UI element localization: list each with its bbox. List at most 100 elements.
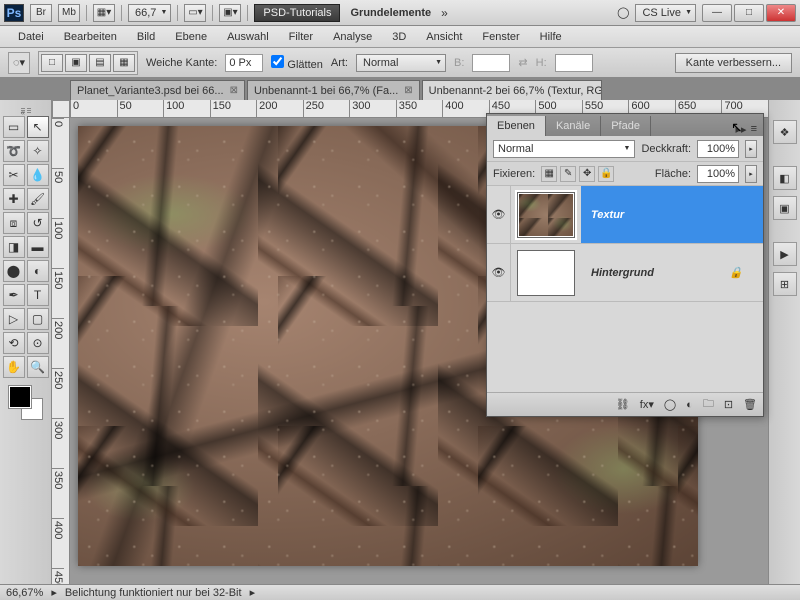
menu-ansicht[interactable]: Ansicht — [416, 28, 472, 46]
lock-all-icon[interactable]: 🔒 — [598, 166, 614, 182]
app-logo[interactable]: Ps — [4, 4, 24, 22]
dock-actions-icon[interactable]: ⊞ — [773, 272, 797, 296]
close-button[interactable]: ✕ — [766, 4, 796, 22]
layer-mask-icon[interactable]: ◯ — [664, 398, 676, 411]
delete-layer-icon[interactable]: 🗑 — [743, 398, 757, 411]
tool-eraser[interactable]: ◨ — [3, 236, 25, 258]
tool-dodge[interactable]: ◐ — [27, 260, 49, 282]
tool-crop[interactable]: ✂ — [3, 164, 25, 186]
layer-name[interactable]: Textur — [581, 186, 763, 243]
workspace-grundelemente[interactable]: Grundelemente — [346, 7, 435, 19]
tool-gradient[interactable]: ▬ — [27, 236, 49, 258]
refine-edge-button[interactable]: Kante verbessern... — [675, 53, 792, 73]
marquee-add-icon[interactable]: ▣ — [65, 54, 87, 72]
layer-group-icon[interactable]: 🗀 — [703, 395, 714, 414]
layer-textur[interactable]: 👁 Textur — [487, 186, 763, 244]
tool-marquee[interactable]: ▭ — [3, 116, 25, 138]
lock-transparency-icon[interactable]: ▦ — [541, 166, 557, 182]
layer-name[interactable]: Hintergrund 🔒 — [581, 244, 763, 301]
tool-brush[interactable]: 🖌 — [27, 188, 49, 210]
status-flyout-icon[interactable]: ▸ — [250, 586, 256, 599]
marquee-subtract-icon[interactable]: ▤ — [89, 54, 111, 72]
opacity-input[interactable]: 100% — [697, 140, 739, 158]
tool-heal[interactable]: ✚ — [3, 188, 25, 210]
menu-bild[interactable]: Bild — [127, 28, 165, 46]
doc-tab-3[interactable]: Unbenannt-2 bei 66,7% (Textur, RGB/8) *⊠ — [422, 80, 602, 100]
arrange-button[interactable]: ▭▾ — [184, 4, 206, 22]
menu-datei[interactable]: Datei — [8, 28, 54, 46]
tab-pfade[interactable]: Pfade — [601, 116, 651, 136]
view-extras-button[interactable]: ▦▾ — [93, 4, 115, 22]
workspace-more-icon[interactable]: » — [441, 6, 448, 20]
menu-analyse[interactable]: Analyse — [323, 28, 382, 46]
tool-eyedropper[interactable]: 💧 — [27, 164, 49, 186]
workspace-psd-tutorials[interactable]: PSD-Tutorials — [254, 4, 340, 22]
foreground-color[interactable] — [9, 386, 31, 408]
tool-blur[interactable]: ⬤ — [3, 260, 25, 282]
dock-adjustments-icon[interactable]: ◧ — [773, 166, 797, 190]
menu-bearbeiten[interactable]: Bearbeiten — [54, 28, 127, 46]
current-tool-icon[interactable]: ◌▾ — [8, 52, 30, 74]
dock-styles-icon[interactable]: ▣ — [773, 196, 797, 220]
tool-hand[interactable]: ✋ — [3, 356, 25, 378]
tool-pen[interactable]: ✒ — [3, 284, 25, 306]
tool-zoom[interactable]: 🔍 — [27, 356, 49, 378]
style-dropdown[interactable]: Normal — [356, 54, 446, 72]
marquee-new-icon[interactable]: □ — [41, 54, 63, 72]
menu-ebene[interactable]: Ebene — [165, 28, 217, 46]
menu-filter[interactable]: Filter — [279, 28, 323, 46]
new-layer-icon[interactable]: ⊡ — [724, 398, 733, 411]
status-zoom[interactable]: 66,67% — [6, 587, 43, 599]
ruler-vertical[interactable]: 050100150200250300350400450 — [52, 118, 70, 584]
antialias-checkbox[interactable]: Glätten — [271, 55, 323, 71]
color-swatches[interactable] — [9, 386, 43, 420]
doc-tab-1[interactable]: Planet_Variante3.psd bei 66...⊠ — [70, 80, 245, 100]
menu-hilfe[interactable]: Hilfe — [530, 28, 572, 46]
visibility-toggle[interactable]: 👁 — [487, 186, 511, 243]
tool-move[interactable]: ↖ — [27, 116, 49, 138]
close-icon[interactable]: ⊠ — [230, 85, 238, 96]
blend-mode-dropdown[interactable]: Normal — [493, 140, 635, 158]
panel-collapse-icon[interactable]: ▸▸ — [736, 123, 747, 136]
zoom-dropdown[interactable]: 66,7 — [128, 4, 171, 22]
lock-pixels-icon[interactable]: ✎ — [560, 166, 576, 182]
fill-input[interactable]: 100% — [697, 165, 739, 183]
tool-stamp[interactable]: ⧈ — [3, 212, 25, 234]
minibridge-button[interactable]: Mb — [58, 4, 80, 22]
ruler-origin[interactable] — [52, 100, 70, 118]
tool-3d-camera[interactable]: ⊙ — [27, 332, 49, 354]
tool-wand[interactable]: ✧ — [27, 140, 49, 162]
layer-fx-icon[interactable]: fx▾ — [640, 398, 654, 411]
menu-3d[interactable]: 3D — [382, 28, 416, 46]
marquee-intersect-icon[interactable]: ▦ — [113, 54, 135, 72]
tool-shape[interactable]: ▢ — [27, 308, 49, 330]
minimize-button[interactable]: — — [702, 4, 732, 22]
tab-kanale[interactable]: Kanäle — [546, 116, 601, 136]
dock-layers-icon[interactable]: ❖ — [773, 120, 797, 144]
tool-path-select[interactable]: ▷ — [3, 308, 25, 330]
menu-fenster[interactable]: Fenster — [472, 28, 529, 46]
doc-tab-2[interactable]: Unbenannt-1 bei 66,7% (Fa...⊠ — [247, 80, 420, 100]
adjustment-layer-icon[interactable]: ◐ — [686, 399, 693, 411]
tool-lasso[interactable]: ➰ — [3, 140, 25, 162]
lock-position-icon[interactable]: ✥ — [579, 166, 595, 182]
tool-history-brush[interactable]: ↺ — [27, 212, 49, 234]
layer-thumbnail[interactable] — [517, 250, 575, 296]
dock-history-icon[interactable]: ▶ — [773, 242, 797, 266]
status-flyout-icon[interactable]: ▸ — [51, 586, 57, 599]
link-layers-icon[interactable]: ⛓ — [616, 398, 630, 411]
layer-thumbnail[interactable] — [517, 192, 575, 238]
tool-3d[interactable]: ⟲ — [3, 332, 25, 354]
toolbox-grip[interactable]: « — [6, 104, 46, 112]
visibility-toggle[interactable]: 👁 — [487, 244, 511, 301]
tool-type[interactable]: T — [27, 284, 49, 306]
tab-ebenen[interactable]: Ebenen — [487, 116, 546, 136]
screenmode-button[interactable]: ▣▾ — [219, 4, 241, 22]
layer-hintergrund[interactable]: 👁 Hintergrund 🔒 — [487, 244, 763, 302]
cslive-dropdown[interactable]: CS Live — [635, 4, 696, 22]
maximize-button[interactable]: □ — [734, 4, 764, 22]
close-icon[interactable]: ⊠ — [404, 85, 412, 96]
feather-input[interactable]: 0 Px — [225, 54, 263, 72]
menu-auswahl[interactable]: Auswahl — [217, 28, 279, 46]
bridge-button[interactable]: Br — [30, 4, 52, 22]
